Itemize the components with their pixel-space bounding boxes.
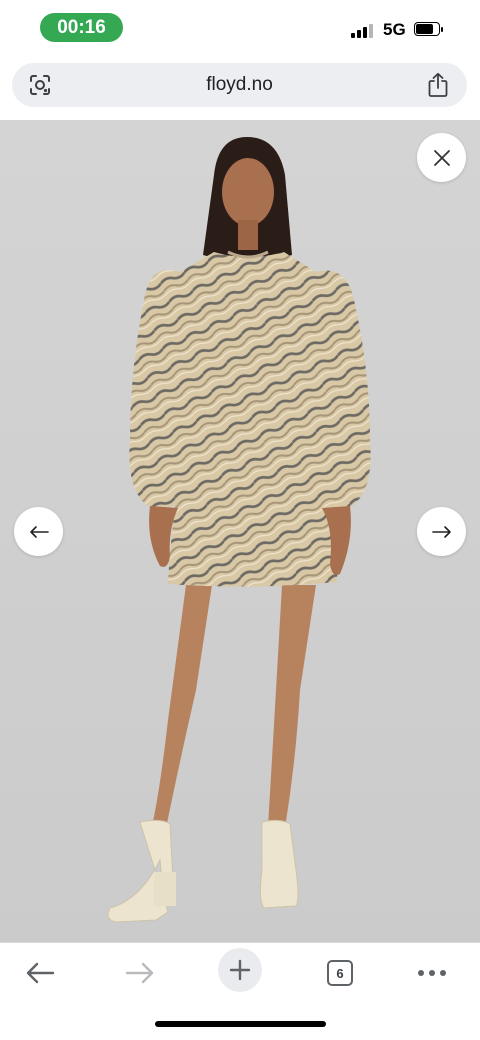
forward-arrow-icon [125,962,154,984]
home-indicator[interactable] [155,1021,326,1027]
url-text[interactable]: floyd.no [12,74,467,96]
back-arrow-icon [26,962,55,984]
menu-button[interactable] [412,953,452,993]
network-type: 5G [383,20,406,39]
share-icon[interactable] [427,72,449,98]
battery-icon [414,22,444,38]
back-button[interactable] [20,953,60,993]
arrow-left-icon [29,525,49,538]
product-image [0,120,480,942]
close-button[interactable] [417,133,466,182]
close-icon [433,149,450,166]
plus-icon [229,959,251,981]
status-time[interactable]: 00:16 [40,13,123,42]
forward-button[interactable] [120,953,160,993]
status-bar: 00:16 5G [0,0,480,56]
address-bar[interactable]: floyd.no [12,63,467,107]
new-tab-button[interactable] [218,948,262,992]
tab-count: 6 [327,960,353,986]
signal-strength-icon [351,24,375,38]
product-image-viewer[interactable] [0,120,480,942]
next-image-button[interactable] [417,507,466,556]
tab-switcher-button[interactable]: 6 [320,953,360,993]
arrow-right-icon [431,525,451,538]
more-dots-icon [418,970,446,976]
previous-image-button[interactable] [14,507,63,556]
